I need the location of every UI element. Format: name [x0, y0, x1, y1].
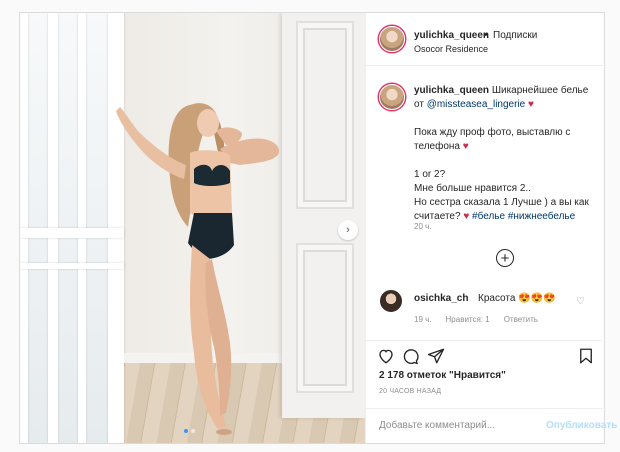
comment-username[interactable]: osichka_ch	[414, 293, 468, 304]
post-photo[interactable]: ›	[20, 13, 365, 443]
comment-text: Красота 😍😍😍	[478, 293, 556, 304]
hashtag-link[interactable]: #нижнеебелье	[508, 211, 575, 222]
post-header: yulichka_queen • Подписки Osocor Residen…	[366, 13, 606, 66]
caption-username[interactable]: yulichka_queen	[414, 85, 489, 96]
next-arrow-icon[interactable]: ›	[338, 220, 358, 240]
heart-icon[interactable]	[376, 346, 396, 366]
post-actions	[366, 340, 606, 370]
post-location[interactable]: Osocor Residence	[414, 44, 488, 54]
comment-composer: Опубликовать	[366, 408, 617, 443]
heart-emoji-icon: ♥	[462, 141, 469, 152]
comment-icon[interactable]	[400, 346, 420, 366]
heart-emoji-icon: ♥	[463, 211, 470, 222]
share-icon[interactable]	[426, 346, 446, 366]
post-caption: yulichka_queen Шикарнейшее белье от @mis…	[414, 84, 596, 224]
reply-button[interactable]: Ответить	[504, 315, 538, 324]
caption-avatar[interactable]	[379, 84, 405, 110]
carousel-dots	[184, 429, 195, 433]
comment-time: 19 ч.	[414, 315, 432, 324]
caption-mention-link[interactable]: @missteasea_lingerie	[427, 99, 526, 110]
follow-button[interactable]: Подписки	[493, 30, 537, 41]
carousel-dot-active	[184, 429, 188, 433]
caption-line-4: Мне больше нравится 2..	[414, 183, 531, 194]
post-card: › yulichka_queen • Подписки Osocor Resid…	[19, 12, 617, 444]
comment-likes-count[interactable]: Нравится: 1	[446, 315, 490, 324]
publish-button[interactable]: Опубликовать	[546, 420, 617, 431]
commenter-avatar[interactable]	[379, 289, 403, 313]
author-avatar[interactable]	[379, 26, 405, 52]
header-username[interactable]: yulichka_queen	[414, 30, 489, 41]
comment-like-heart-icon[interactable]: ♡	[576, 296, 585, 307]
carousel-dot	[191, 429, 195, 433]
caption-time: 20 ч.	[414, 222, 432, 231]
post-sidebar: yulichka_queen • Подписки Osocor Residen…	[365, 13, 617, 443]
header-separator: •	[484, 30, 488, 41]
comment-meta: 19 ч. Нравится: 1 Ответить	[414, 315, 538, 324]
post-timestamp: 20 ЧАСОВ НАЗАД	[379, 388, 442, 395]
heart-emoji-icon: ♥	[528, 99, 534, 110]
likes-count[interactable]: 2 178 отметок "Нравится"	[379, 370, 506, 381]
model-figure	[116, 103, 280, 435]
caption-line-3: 1 or 2?	[414, 169, 446, 180]
comment-input[interactable]	[379, 420, 529, 431]
plus-circle-icon[interactable]: +	[496, 249, 514, 267]
bookmark-icon[interactable]	[576, 346, 596, 366]
hashtag-link[interactable]: #белье	[472, 211, 505, 222]
caption-line-2: Пока жду проф фото, выставлю с телефона	[414, 127, 571, 152]
